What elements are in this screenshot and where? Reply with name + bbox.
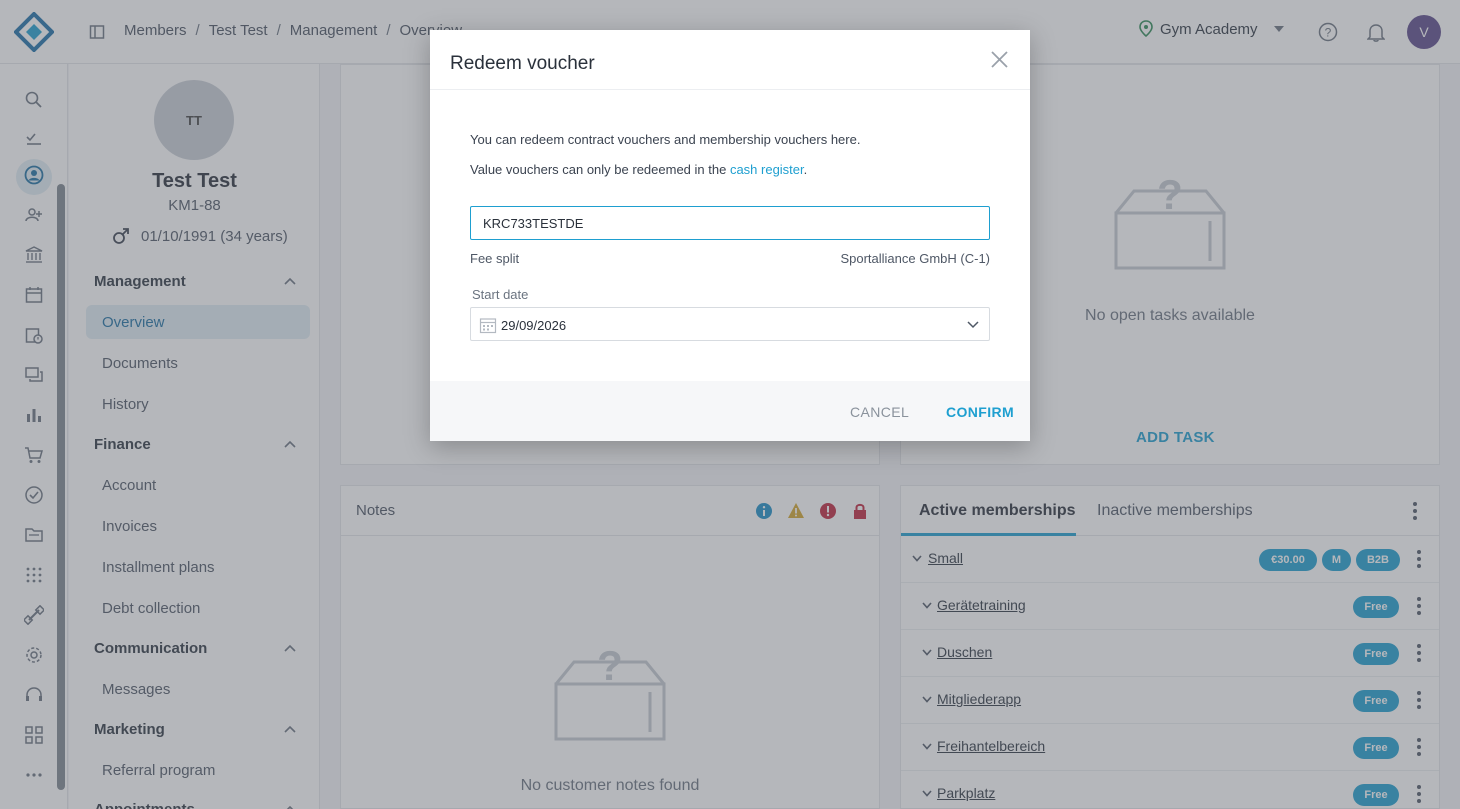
chevron-down-icon xyxy=(967,321,979,329)
cash-register-link[interactable]: cash register xyxy=(730,162,804,177)
dialog-description: You can redeem contract vouchers and mem… xyxy=(470,132,861,147)
close-icon[interactable] xyxy=(991,51,1008,68)
voucher-code-input[interactable] xyxy=(470,206,990,240)
redeem-voucher-dialog: Redeem voucher You can redeem contract v… xyxy=(430,30,1030,441)
calendar-icon xyxy=(479,318,497,334)
cancel-button[interactable]: CANCEL xyxy=(850,404,909,420)
start-date-value: 29/09/2026 xyxy=(501,318,567,333)
start-date-label: Start date xyxy=(472,287,529,302)
fee-split-label: Fee split xyxy=(470,251,520,266)
dialog-hint: Value vouchers can only be redeemed in t… xyxy=(470,162,807,177)
fee-split-value: Sportalliance GmbH (C-1) xyxy=(840,251,990,266)
dialog-hint-text: Value vouchers can only be redeemed in t… xyxy=(470,162,730,177)
dialog-header: Redeem voucher xyxy=(430,30,1030,90)
dialog-footer: CANCEL CONFIRM xyxy=(430,381,1030,441)
start-date-picker[interactable]: 29/09/2026 xyxy=(470,307,990,341)
dialog-hint-suffix: . xyxy=(803,162,808,177)
dialog-title: Redeem voucher xyxy=(450,53,595,74)
confirm-button[interactable]: CONFIRM xyxy=(946,404,1014,420)
